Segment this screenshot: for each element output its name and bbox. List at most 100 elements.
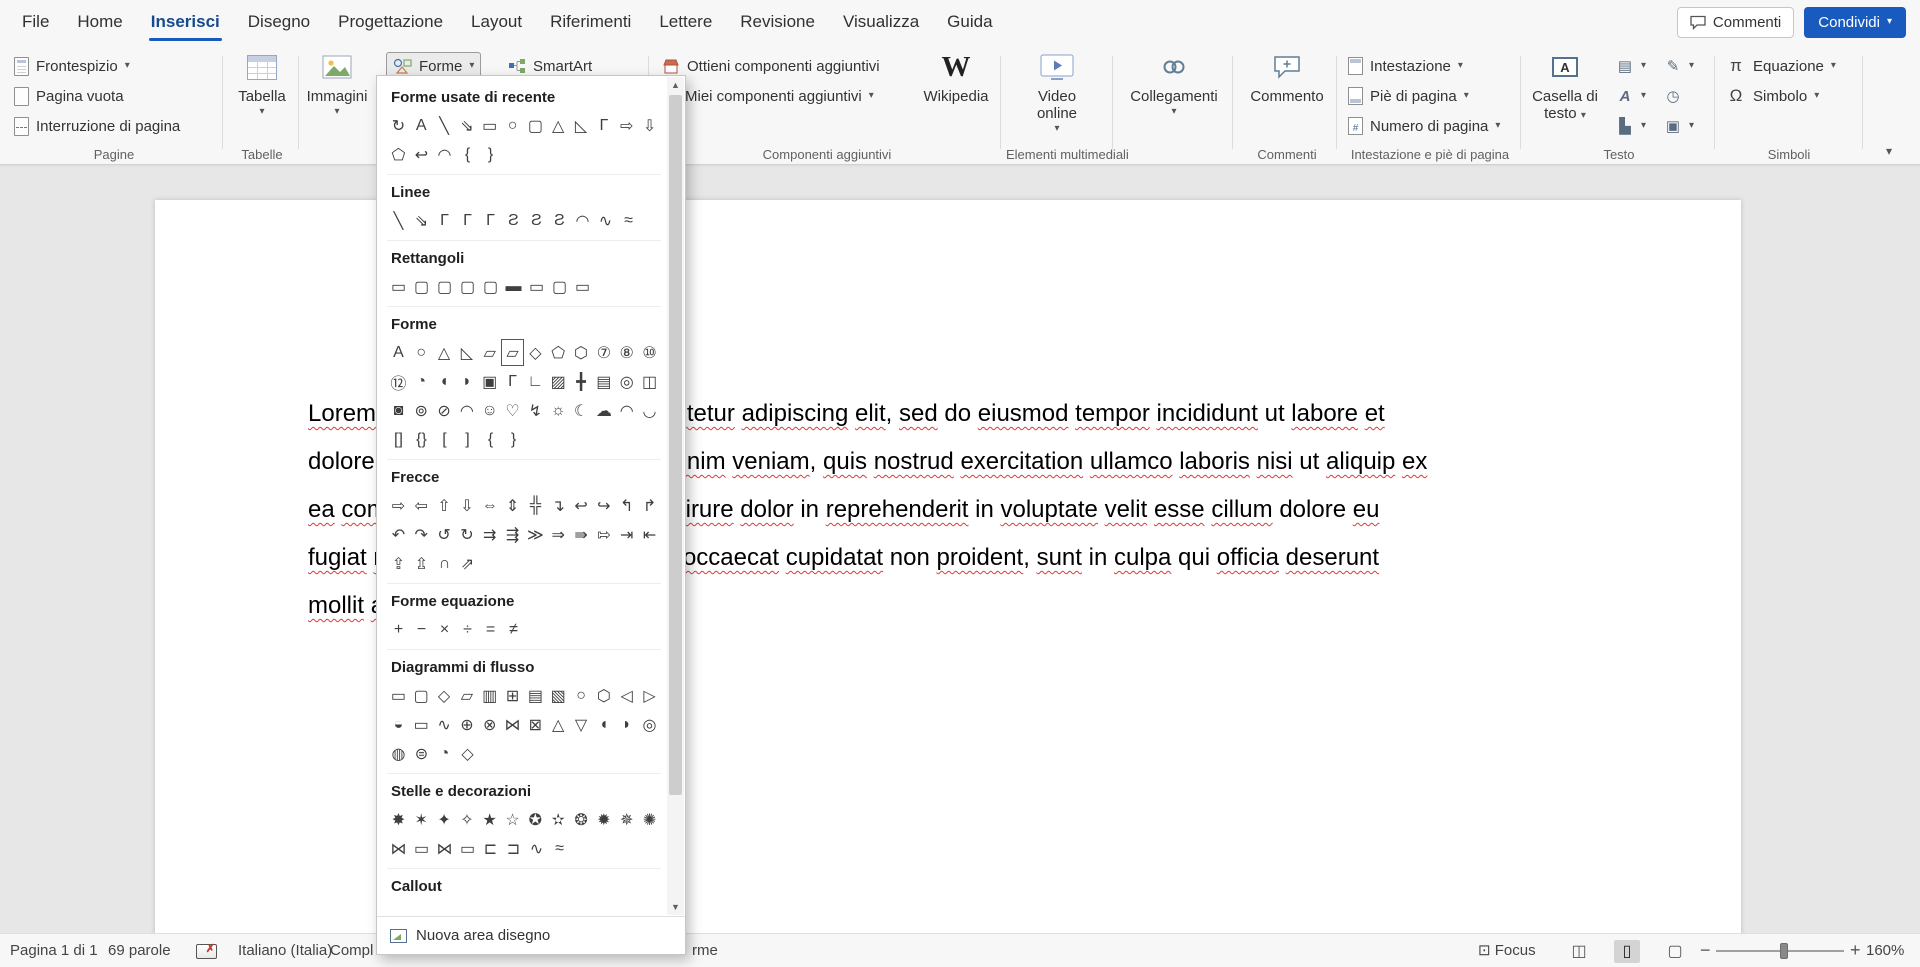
shape-icon[interactable]: { bbox=[456, 141, 479, 168]
shape-icon[interactable]: ⬠ bbox=[387, 141, 410, 168]
tab-file[interactable]: File bbox=[8, 0, 63, 44]
shape-icon[interactable]: ↯ bbox=[524, 397, 547, 424]
online-video-button[interactable]: Video online ▾ bbox=[1022, 49, 1092, 134]
shape-icon[interactable]: ▷ bbox=[638, 682, 661, 709]
shape-icon[interactable]: ✫ bbox=[547, 806, 570, 833]
shape-icon[interactable]: ⇥ bbox=[615, 521, 638, 548]
shape-icon[interactable]: ▤ bbox=[524, 682, 547, 709]
shape-icon[interactable]: ╲ bbox=[433, 112, 456, 139]
shape-icon[interactable]: ⇛ bbox=[570, 521, 593, 548]
shape-icon[interactable]: ⬠ bbox=[547, 339, 570, 366]
equation-button[interactable]: π Equazione ▾ bbox=[1720, 52, 1842, 80]
text-box-button[interactable]: A Casella di testo ▾ bbox=[1528, 49, 1602, 122]
shape-icon[interactable]: ▧ bbox=[547, 682, 570, 709]
shape-icon[interactable]: ◖ bbox=[433, 368, 456, 395]
shape-icon[interactable]: ◫ bbox=[638, 368, 661, 395]
shape-icon[interactable]: Ƨ bbox=[525, 207, 548, 234]
shape-icon[interactable]: ⑫ bbox=[387, 368, 410, 395]
shape-icon[interactable]: ↩ bbox=[570, 492, 593, 519]
shape-icon[interactable]: ▢ bbox=[410, 273, 433, 300]
shape-icon[interactable]: ◠ bbox=[433, 141, 456, 168]
shape-icon[interactable]: = bbox=[479, 616, 502, 643]
shape-icon[interactable]: ▣ bbox=[478, 368, 501, 395]
shape-icon[interactable]: ⊠ bbox=[524, 711, 547, 738]
shape-icon[interactable]: ⊚ bbox=[410, 397, 433, 424]
read-mode-button[interactable]: ◫ bbox=[1566, 940, 1592, 963]
shape-icon[interactable]: ▱ bbox=[501, 339, 524, 366]
shape-icon[interactable]: ◎ bbox=[638, 711, 661, 738]
shape-icon[interactable]: ♡ bbox=[501, 397, 524, 424]
drop-cap-button[interactable]: ▙▾ bbox=[1610, 112, 1652, 140]
shape-icon[interactable]: ▭ bbox=[478, 112, 501, 139]
shape-icon[interactable]: ◒ bbox=[387, 711, 410, 738]
shapes-menu-scrollbar[interactable]: ▲ ▼ bbox=[667, 77, 684, 915]
shape-icon[interactable]: ╋ bbox=[570, 368, 593, 395]
new-comment-button[interactable]: Commento bbox=[1248, 49, 1326, 105]
shape-icon[interactable]: ▱ bbox=[455, 682, 478, 709]
shape-icon[interactable]: ⊗ bbox=[478, 711, 501, 738]
shape-icon[interactable]: A bbox=[410, 112, 433, 139]
pictures-button[interactable]: Immagini ▾ bbox=[304, 49, 370, 117]
scrollbar-up-arrow[interactable]: ▲ bbox=[667, 77, 684, 93]
shape-icon[interactable]: ↴ bbox=[547, 492, 570, 519]
shape-icon[interactable]: ◁ bbox=[615, 682, 638, 709]
zoom-slider-thumb[interactable] bbox=[1780, 943, 1788, 959]
shape-icon[interactable]: ↻ bbox=[455, 521, 478, 548]
tab-layout[interactable]: Layout bbox=[457, 0, 536, 44]
shape-icon[interactable]: ∟ bbox=[524, 368, 547, 395]
shape-icon[interactable]: ≈ bbox=[617, 207, 640, 234]
shape-icon[interactable]: ⑦ bbox=[592, 339, 615, 366]
shape-icon[interactable]: ∩ bbox=[433, 550, 456, 577]
shape-icon[interactable]: ❂ bbox=[570, 806, 593, 833]
shape-icon[interactable]: ⇧ bbox=[433, 492, 456, 519]
header-button[interactable]: Intestazione ▾ bbox=[1342, 52, 1469, 80]
object-button[interactable]: ▣▾ bbox=[1658, 112, 1700, 140]
page-break-button[interactable]: Interruzione di pagina bbox=[8, 112, 186, 140]
tab-lettere[interactable]: Lettere bbox=[645, 0, 726, 44]
shape-icon[interactable]: ✦ bbox=[433, 806, 456, 833]
shape-icon[interactable]: ◔ bbox=[433, 740, 456, 767]
shape-icon[interactable]: ☾ bbox=[570, 397, 593, 424]
shape-icon[interactable]: Γ bbox=[433, 207, 456, 234]
shape-icon[interactable]: ◔ bbox=[410, 368, 433, 395]
shape-icon[interactable]: ⬡ bbox=[592, 682, 615, 709]
shape-icon[interactable]: ⋈ bbox=[387, 835, 410, 862]
collapse-ribbon-chevron[interactable]: ▾ bbox=[1886, 144, 1892, 158]
shape-icon[interactable]: × bbox=[433, 616, 456, 643]
scrollbar-thumb[interactable] bbox=[669, 95, 682, 795]
shape-icon[interactable]: ▭ bbox=[525, 273, 548, 300]
shape-icon[interactable]: ⑩ bbox=[638, 339, 661, 366]
shape-icon[interactable]: ✸ bbox=[387, 806, 410, 833]
shape-icon[interactable]: Γ bbox=[456, 207, 479, 234]
shape-icon[interactable]: ◇ bbox=[433, 682, 456, 709]
comments-button[interactable]: Commenti bbox=[1677, 7, 1794, 38]
shape-icon[interactable]: ∿ bbox=[594, 207, 617, 234]
shape-icon[interactable]: ≠ bbox=[502, 616, 525, 643]
tab-progettazione[interactable]: Progettazione bbox=[324, 0, 457, 44]
shape-icon[interactable]: ⋈ bbox=[433, 835, 456, 862]
wikipedia-button[interactable]: W Wikipedia bbox=[918, 49, 994, 105]
shape-icon[interactable]: ✧ bbox=[455, 806, 478, 833]
shape-icon[interactable]: ⇔ bbox=[478, 492, 501, 519]
my-addins-button[interactable]: Miei componenti aggiuntivi ▾ bbox=[656, 82, 880, 110]
shape-icon[interactable]: ◖ bbox=[592, 711, 615, 738]
shape-icon[interactable]: ⇒ bbox=[547, 521, 570, 548]
shape-icon[interactable]: {} bbox=[410, 426, 433, 453]
cover-page-button[interactable]: Frontespizio ▾ bbox=[8, 52, 136, 80]
shape-icon[interactable]: ↷ bbox=[410, 521, 433, 548]
shape-icon[interactable]: ÷ bbox=[456, 616, 479, 643]
shape-icon[interactable]: ≫ bbox=[524, 521, 547, 548]
shape-icon[interactable]: ↶ bbox=[387, 521, 410, 548]
shape-icon[interactable]: ↰ bbox=[615, 492, 638, 519]
shape-icon[interactable]: ▢ bbox=[548, 273, 571, 300]
shape-icon[interactable]: ▢ bbox=[410, 682, 433, 709]
shape-icon[interactable]: ⇨ bbox=[615, 112, 638, 139]
tab-revisione[interactable]: Revisione bbox=[726, 0, 829, 44]
shape-icon[interactable]: ⇗ bbox=[456, 550, 479, 577]
shape-icon[interactable]: ◺ bbox=[455, 339, 478, 366]
shape-icon[interactable]: ⇘ bbox=[410, 207, 433, 234]
shape-icon[interactable]: ▽ bbox=[570, 711, 593, 738]
shape-icon[interactable]: ⑧ bbox=[615, 339, 638, 366]
shape-icon[interactable]: ✺ bbox=[638, 806, 661, 833]
get-addins-button[interactable]: Ottieni componenti aggiuntivi bbox=[656, 52, 886, 80]
